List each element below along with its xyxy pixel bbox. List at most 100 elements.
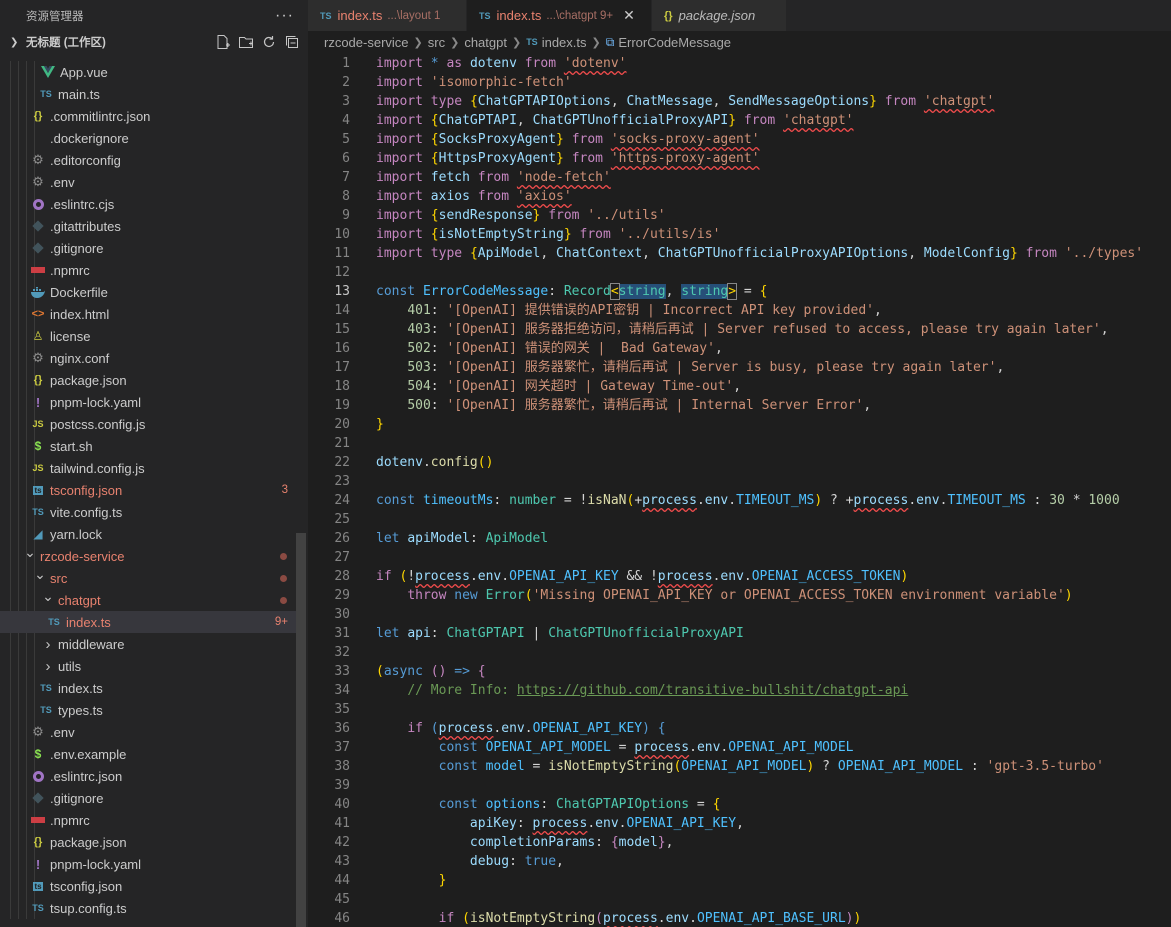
- code-line[interactable]: if (isNotEmptyString(process.env.OPENAI_…: [376, 909, 862, 927]
- code-line[interactable]: import {SocksProxyAgent} from 'socks-pro…: [376, 130, 760, 149]
- refresh-icon[interactable]: [261, 34, 277, 50]
- code-line[interactable]: (async () => {: [376, 662, 486, 681]
- breadcrumb-item[interactable]: src: [428, 35, 445, 50]
- code-line[interactable]: throw new Error('Missing OPENAI_API_KEY …: [376, 586, 1072, 605]
- code-line[interactable]: if (process.env.OPENAI_API_KEY) {: [376, 719, 665, 738]
- tree-file[interactable]: {} package.json: [0, 831, 296, 853]
- code-line[interactable]: const ErrorCodeMessage: Record<string, s…: [376, 282, 767, 301]
- breadcrumb-item[interactable]: index.ts: [542, 35, 587, 50]
- code-line[interactable]: }: [376, 415, 384, 434]
- sidebar-scrollbar[interactable]: [296, 533, 306, 927]
- close-icon[interactable]: ✕: [623, 7, 635, 24]
- tree-file[interactable]: .gitignore: [0, 787, 296, 809]
- explorer-sidebar: 资源管理器 ··· ❯ 无标题 (工作区) App.vue TS main.ts {}…: [0, 0, 308, 927]
- tree-file[interactable]: JS postcss.config.js: [0, 413, 296, 435]
- tree-file[interactable]: TS index.ts 9+: [0, 611, 296, 633]
- tree-file[interactable]: .gitignore: [0, 237, 296, 259]
- tree-file[interactable]: ♙ license: [0, 325, 296, 347]
- code-line[interactable]: if (!process.env.OPENAI_API_KEY && !proc…: [376, 567, 908, 586]
- breadcrumb-item[interactable]: chatgpt: [464, 35, 507, 50]
- code-line[interactable]: apiKey: process.env.OPENAI_API_KEY,: [376, 814, 744, 833]
- code-line[interactable]: 500: '[OpenAI] 服务器繁忙，请稍后再试 | Internal Se…: [376, 396, 871, 415]
- tab-package-json[interactable]: {} package.json: [652, 0, 787, 31]
- tree-file[interactable]: {} .commitlintrc.json: [0, 105, 296, 127]
- code-line[interactable]: }: [376, 871, 447, 890]
- code-line[interactable]: const OPENAI_API_MODEL = process.env.OPE…: [376, 738, 854, 757]
- tree-file[interactable]: ⚙ .env: [0, 721, 296, 743]
- tree-file[interactable]: ! pnpm-lock.yaml: [0, 391, 296, 413]
- tab-index-ts[interactable]: TS index.ts ...\chatgpt 9+ ✕: [467, 0, 652, 31]
- chevron-down-icon[interactable]: ⌄: [22, 544, 38, 561]
- code-line[interactable]: const timeoutMs: number = !isNaN(+proces…: [376, 491, 1120, 510]
- tree-file[interactable]: $ .env.example: [0, 743, 296, 765]
- code-line[interactable]: let api: ChatGPTAPI | ChatGPTUnofficialP…: [376, 624, 744, 643]
- tree-folder[interactable]: ⌄ rzcode-service: [0, 544, 296, 567]
- tree-file[interactable]: .eslintrc.cjs: [0, 193, 296, 215]
- tree-folder[interactable]: › utils: [0, 655, 296, 677]
- tree-file[interactable]: $ start.sh: [0, 435, 296, 457]
- tree-file[interactable]: TS main.ts: [0, 83, 296, 105]
- tree-file[interactable]: App.vue: [0, 61, 296, 83]
- code-line[interactable]: 503: '[OpenAI] 服务器繁忙，请稍后再试 | Server is b…: [376, 358, 1004, 377]
- new-file-icon[interactable]: [215, 34, 231, 50]
- code-line[interactable]: import {ChatGPTAPI, ChatGPTUnofficialPro…: [376, 111, 853, 130]
- code-line[interactable]: import type {ApiModel, ChatContext, Chat…: [376, 244, 1143, 263]
- tree-file[interactable]: <> index.html: [0, 303, 296, 325]
- breadcrumb-item[interactable]: ErrorCodeMessage: [618, 35, 731, 50]
- code-line[interactable]: import axios from 'axios': [376, 187, 572, 206]
- chevron-down-icon[interactable]: ⌄: [40, 588, 56, 605]
- code-line[interactable]: debug: true,: [376, 852, 564, 871]
- tree-file[interactable]: ◢ yarn.lock: [0, 523, 296, 545]
- code-line[interactable]: completionParams: {model},: [376, 833, 674, 852]
- chevron-right-icon[interactable]: ›: [40, 658, 56, 675]
- code-line[interactable]: dotenv.config(): [376, 453, 493, 472]
- code-line[interactable]: 502: '[OpenAI] 错误的网关 | Bad Gateway',: [376, 339, 722, 358]
- tree-folder[interactable]: ⌄ src: [0, 566, 296, 589]
- tree-file[interactable]: {} package.json: [0, 369, 296, 391]
- tree-file[interactable]: .npmrc: [0, 809, 296, 831]
- tree-file[interactable]: .dockerignore: [0, 127, 296, 149]
- js-file-icon: JS: [32, 463, 44, 473]
- breadcrumb-item[interactable]: rzcode-service: [324, 35, 409, 50]
- code-line[interactable]: import type {ChatGPTAPIOptions, ChatMess…: [376, 92, 994, 111]
- tree-file[interactable]: ⚙ .env: [0, 171, 296, 193]
- tree-file[interactable]: ts tsconfig.json: [0, 875, 296, 897]
- code-line[interactable]: 403: '[OpenAI] 服务器拒绝访问，请稍后再试 | Server re…: [376, 320, 1108, 339]
- chevron-down-icon[interactable]: ⌄: [32, 566, 48, 583]
- tree-file[interactable]: TS tsup.config.ts: [0, 897, 296, 919]
- more-actions-icon[interactable]: ···: [275, 7, 294, 25]
- code-line[interactable]: const model = isNotEmptyString(OPENAI_AP…: [376, 757, 1104, 776]
- code-line[interactable]: import {isNotEmptyString} from '../utils…: [376, 225, 720, 244]
- collapse-all-icon[interactable]: [284, 34, 300, 50]
- new-folder-icon[interactable]: [238, 34, 254, 50]
- code-line[interactable]: import {HttpsProxyAgent} from 'https-pro…: [376, 149, 760, 168]
- code-editor[interactable]: 1 import * as dotenv from 'dotenv' 2 import…: [308, 53, 1171, 927]
- tree-file[interactable]: TS types.ts: [0, 699, 296, 721]
- code-line[interactable]: import {sendResponse} from '../utils': [376, 206, 666, 225]
- line-number: 18: [334, 379, 350, 394]
- workspace-section[interactable]: ❯ 无标题 (工作区): [0, 31, 308, 53]
- code-line[interactable]: 504: '[OpenAI] 网关超时 | Gateway Time-out',: [376, 377, 741, 396]
- tree-file[interactable]: .eslintrc.json: [0, 765, 296, 787]
- code-line[interactable]: // More Info: https://github.com/transit…: [376, 681, 908, 700]
- tree-file[interactable]: TS vite.config.ts: [0, 501, 296, 523]
- tree-file[interactable]: Dockerfile: [0, 281, 296, 303]
- code-line[interactable]: const options: ChatGPTAPIOptions = {: [376, 795, 721, 814]
- tree-folder[interactable]: › middleware: [0, 633, 296, 655]
- chevron-right-icon[interactable]: ›: [40, 636, 56, 653]
- code-line[interactable]: let apiModel: ApiModel: [376, 529, 548, 548]
- code-line[interactable]: 401: '[OpenAI] 提供错误的API密钥 | Incorrect AP…: [376, 301, 882, 320]
- tree-file[interactable]: ⚙ nginx.conf: [0, 347, 296, 369]
- tab-index-ts[interactable]: TS index.ts ...\layout 1: [308, 0, 467, 31]
- tree-file[interactable]: JS tailwind.config.js: [0, 457, 296, 479]
- tree-file[interactable]: ! pnpm-lock.yaml: [0, 853, 296, 875]
- tree-file[interactable]: .npmrc: [0, 259, 296, 281]
- tree-file[interactable]: ⚙ .editorconfig: [0, 149, 296, 171]
- code-line[interactable]: import fetch from 'node-fetch': [376, 168, 611, 187]
- tree-file[interactable]: .gitattributes: [0, 215, 296, 237]
- code-line[interactable]: import * as dotenv from 'dotenv': [376, 54, 627, 73]
- tree-file[interactable]: ts tsconfig.json 3: [0, 479, 296, 501]
- code-line[interactable]: import 'isomorphic-fetch': [376, 73, 572, 92]
- tree-folder[interactable]: ⌄ chatgpt: [0, 588, 296, 611]
- tree-file[interactable]: TS index.ts: [0, 677, 296, 699]
